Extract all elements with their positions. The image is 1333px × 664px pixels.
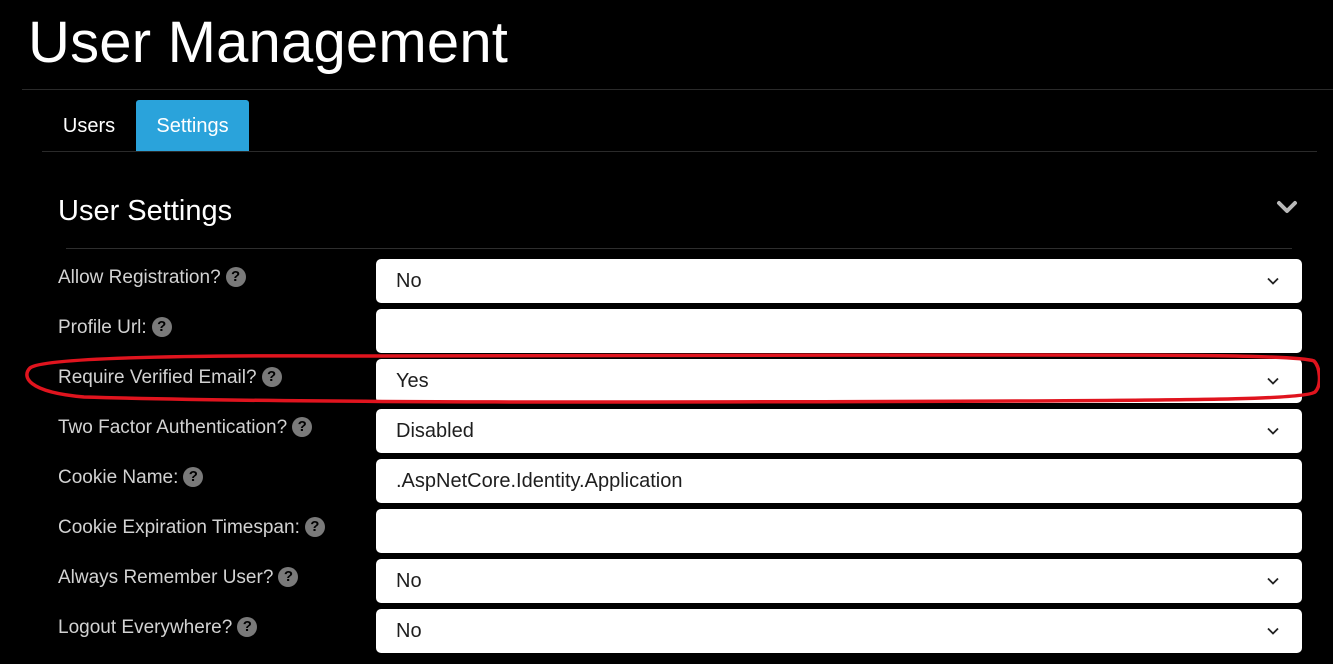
help-icon[interactable]: ?	[261, 366, 282, 387]
user-management-page: User Management Users Settings User Sett…	[0, 0, 1333, 664]
setting-row-profile-url: Profile Url:?	[0, 309, 1333, 353]
help-icon[interactable]: ?	[151, 316, 172, 337]
allow-registration-select[interactable]: No	[376, 259, 1302, 303]
setting-row-cookie-name: Cookie Name:? .AspNetCore.Identity.Appli…	[0, 459, 1333, 503]
always-remember-select[interactable]: No	[376, 559, 1302, 603]
setting-row-logout-everywhere: Logout Everywhere?? No	[0, 609, 1333, 653]
tab-users[interactable]: Users	[42, 100, 136, 151]
profile-url-label: Profile Url:	[58, 317, 147, 338]
profile-url-input[interactable]	[376, 309, 1302, 353]
chevron-down-icon	[1267, 577, 1279, 585]
require-verified-email-value: Yes	[396, 370, 429, 392]
chevron-down-icon[interactable]	[1274, 194, 1300, 220]
logout-everywhere-value: No	[396, 620, 422, 642]
chevron-down-icon	[1267, 377, 1279, 385]
chevron-down-icon	[1267, 277, 1279, 285]
setting-row-allow-registration: Allow Registration?? No	[0, 259, 1333, 303]
setting-row-always-remember: Always Remember User?? No	[0, 559, 1333, 603]
section-divider	[66, 248, 1292, 249]
two-factor-label: Two Factor Authentication?	[58, 417, 288, 438]
tab-settings[interactable]: Settings	[136, 100, 249, 151]
chevron-down-icon	[1267, 427, 1279, 435]
setting-row-cookie-expiration: Cookie Expiration Timespan:?	[0, 509, 1333, 553]
cookie-name-label: Cookie Name:	[58, 467, 179, 488]
cookie-name-input[interactable]: .AspNetCore.Identity.Application	[376, 459, 1302, 503]
cookie-expiration-input[interactable]	[376, 509, 1302, 553]
section-title: User Settings	[58, 195, 233, 227]
help-icon[interactable]: ?	[237, 616, 258, 637]
logout-everywhere-label: Logout Everywhere?	[58, 617, 233, 638]
help-icon[interactable]: ?	[304, 516, 325, 537]
always-remember-value: No	[396, 570, 422, 592]
allow-registration-value: No	[396, 270, 422, 292]
chevron-down-icon	[1267, 627, 1279, 635]
help-icon[interactable]: ?	[183, 466, 204, 487]
two-factor-select[interactable]: Disabled	[376, 409, 1302, 453]
help-icon[interactable]: ?	[278, 566, 299, 587]
help-icon[interactable]: ?	[292, 416, 313, 437]
setting-row-two-factor: Two Factor Authentication?? Disabled	[0, 409, 1333, 453]
help-icon[interactable]: ?	[225, 266, 246, 287]
tabs-divider	[42, 151, 1317, 152]
allow-registration-label: Allow Registration?	[58, 267, 221, 288]
logout-everywhere-select[interactable]: No	[376, 609, 1302, 653]
setting-row-require-verified-email: Require Verified Email?? Yes	[0, 359, 1333, 403]
require-verified-email-select[interactable]: Yes	[376, 359, 1302, 403]
cookie-expiration-label: Cookie Expiration Timespan:	[58, 517, 300, 538]
two-factor-value: Disabled	[396, 420, 474, 442]
title-divider	[22, 89, 1333, 90]
require-verified-email-label: Require Verified Email?	[58, 367, 257, 388]
cookie-name-value: .AspNetCore.Identity.Application	[396, 470, 683, 492]
always-remember-label: Always Remember User?	[58, 567, 274, 588]
page-title: User Management	[28, 10, 509, 75]
